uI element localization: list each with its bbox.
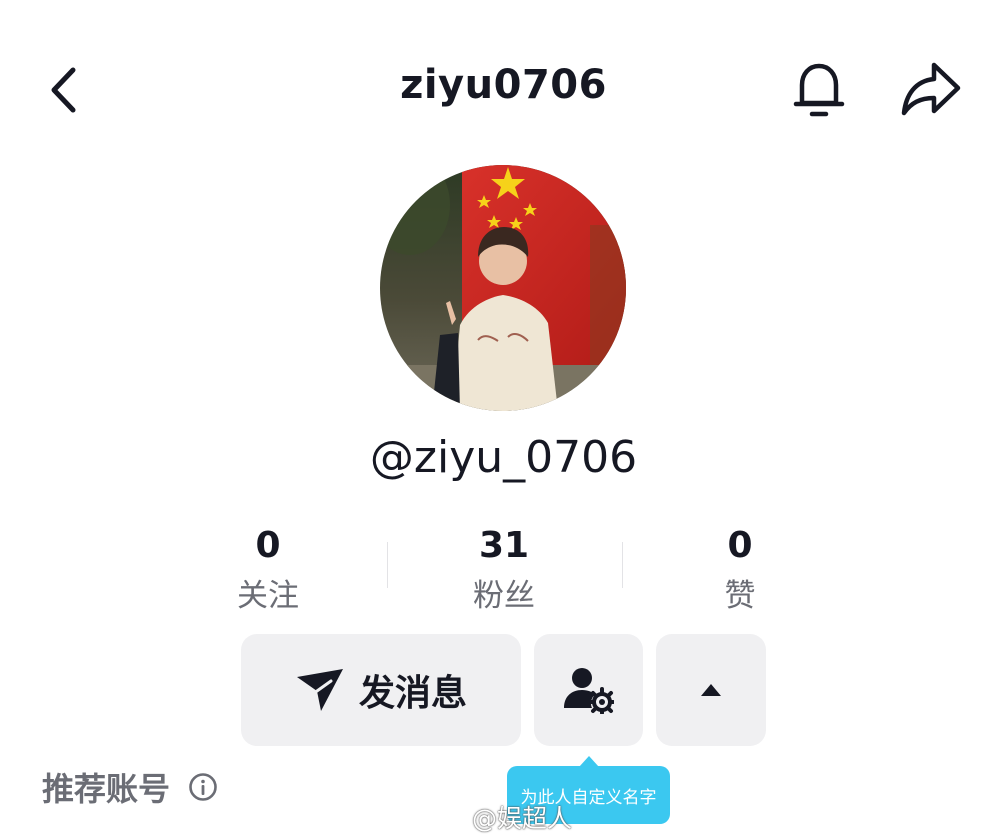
send-message-button[interactable]: 发消息: [241, 634, 521, 746]
share-icon: [901, 62, 961, 116]
recommended-accounts-header: 推荐账号: [42, 764, 218, 810]
recommended-accounts-label: 推荐账号: [42, 770, 171, 808]
stat-followers-label: 粉丝: [473, 578, 535, 614]
stat-following-value: 0: [255, 525, 281, 566]
bell-icon: [793, 63, 845, 117]
avatar-photo: [380, 165, 626, 411]
stats-row: 0 关注 31 粉丝 0 赞: [150, 520, 858, 620]
watermark-text: @娱超人: [472, 804, 573, 833]
stat-likes[interactable]: 0 赞: [622, 520, 858, 618]
stat-following-label: 关注: [237, 578, 299, 614]
expand-button[interactable]: [656, 634, 766, 746]
send-icon: [296, 669, 343, 711]
top-bar: ziyu0706: [0, 0, 1007, 180]
stat-likes-label: 赞: [724, 578, 756, 614]
share-button[interactable]: [896, 56, 966, 122]
stat-followers[interactable]: 31 粉丝: [386, 520, 622, 618]
triangle-up-icon: [701, 684, 721, 696]
info-icon[interactable]: [188, 772, 218, 802]
stat-following[interactable]: 0 关注: [150, 520, 386, 618]
user-handle: @ziyu_0706: [369, 432, 638, 483]
user-settings-button[interactable]: [534, 634, 643, 746]
stat-likes-value: 0: [727, 525, 753, 566]
notification-button[interactable]: [788, 56, 850, 122]
weibo-icon: [429, 807, 465, 831]
user-settings-icon: [563, 668, 614, 714]
avatar[interactable]: [380, 165, 626, 411]
page-title: ziyu0706: [400, 62, 607, 108]
send-message-label: 发消息: [358, 673, 467, 714]
watermark: @娱超人: [428, 800, 572, 834]
stat-followers-value: 31: [478, 525, 530, 566]
